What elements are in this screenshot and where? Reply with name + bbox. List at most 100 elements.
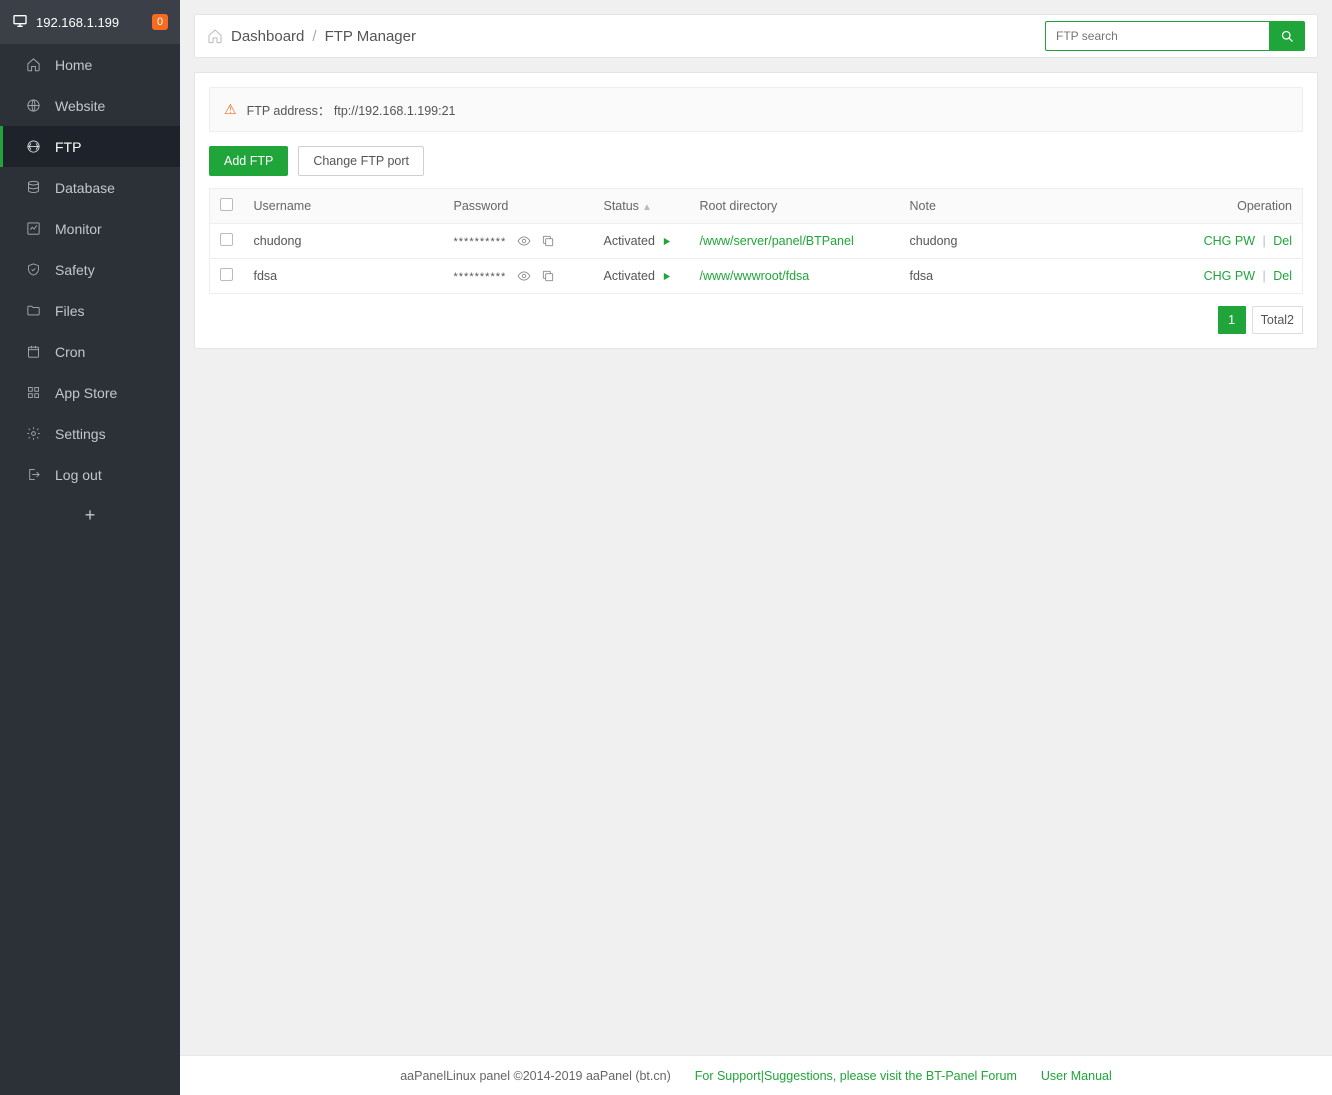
calendar-icon bbox=[25, 344, 41, 360]
ftp-address-notice: ⚠ FTP address： ftp://192.168.1.199:21 bbox=[209, 87, 1303, 132]
cell-username: fdsa bbox=[244, 259, 444, 294]
change-password-link[interactable]: CHG PW bbox=[1204, 234, 1255, 248]
add-ftp-button[interactable]: Add FTP bbox=[209, 146, 288, 176]
home-icon bbox=[207, 28, 223, 44]
copy-icon[interactable] bbox=[541, 269, 555, 283]
footer-support-link[interactable]: For Support|Suggestions, please visit th… bbox=[695, 1069, 1017, 1083]
col-note: Note bbox=[900, 189, 1173, 224]
home-icon bbox=[25, 57, 41, 73]
cell-password: ********** bbox=[444, 224, 594, 259]
play-icon bbox=[662, 237, 671, 246]
sidebar-item-appstore[interactable]: App Store bbox=[0, 372, 180, 413]
cell-password: ********** bbox=[444, 259, 594, 294]
sidebar-nav: Home Website FTP Database Monitor Safety… bbox=[0, 44, 180, 495]
server-ip: 192.168.1.199 bbox=[36, 15, 119, 30]
sidebar-item-label: Settings bbox=[55, 426, 106, 442]
sidebar-item-label: Monitor bbox=[55, 221, 102, 237]
cell-operation: CHG PW | Del bbox=[1173, 224, 1303, 259]
cell-root[interactable]: /www/wwwroot/fdsa bbox=[700, 269, 810, 283]
col-password: Password bbox=[444, 189, 594, 224]
sidebar-item-home[interactable]: Home bbox=[0, 44, 180, 85]
eye-icon[interactable] bbox=[517, 234, 531, 248]
notice-value: ftp://192.168.1.199:21 bbox=[334, 104, 456, 118]
database-icon bbox=[25, 180, 41, 196]
sidebar-item-website[interactable]: Website bbox=[0, 85, 180, 126]
row-checkbox[interactable] bbox=[220, 268, 233, 281]
change-password-link[interactable]: CHG PW bbox=[1204, 269, 1255, 283]
cell-status[interactable]: Activated bbox=[594, 259, 690, 294]
breadcrumb-current: FTP Manager bbox=[325, 28, 416, 45]
cell-username: chudong bbox=[244, 224, 444, 259]
breadcrumb-root[interactable]: Dashboard bbox=[231, 28, 304, 45]
sidebar-item-monitor[interactable]: Monitor bbox=[0, 208, 180, 249]
sidebar-item-label: Website bbox=[55, 98, 105, 114]
sidebar-item-label: Files bbox=[55, 303, 85, 319]
sidebar-item-label: Log out bbox=[55, 467, 102, 483]
delete-link[interactable]: Del bbox=[1273, 269, 1292, 283]
grid-icon bbox=[25, 385, 41, 401]
sidebar-item-label: Cron bbox=[55, 344, 85, 360]
table-row: fdsa ********** Activated /www/ bbox=[210, 259, 1303, 294]
table-header-row: Username Password Status▲ Root directory… bbox=[210, 189, 1303, 224]
sidebar-item-label: Home bbox=[55, 57, 92, 73]
sidebar-item-database[interactable]: Database bbox=[0, 167, 180, 208]
notice-label: FTP address： bbox=[247, 104, 331, 118]
warning-icon: ⚠ bbox=[224, 101, 237, 118]
change-port-button[interactable]: Change FTP port bbox=[298, 146, 424, 176]
sidebar-item-label: Database bbox=[55, 180, 115, 196]
footer-copyright: aaPanelLinux panel ©2014-2019 aaPanel (b… bbox=[400, 1069, 671, 1083]
breadcrumb: Dashboard / FTP Manager bbox=[207, 28, 416, 45]
footer: aaPanelLinux panel ©2014-2019 aaPanel (b… bbox=[180, 1055, 1332, 1095]
search-input[interactable] bbox=[1045, 21, 1269, 51]
breadcrumb-separator: / bbox=[312, 28, 316, 45]
play-icon bbox=[662, 272, 671, 281]
page-total: Total2 bbox=[1252, 306, 1303, 334]
cell-status[interactable]: Activated bbox=[594, 224, 690, 259]
copy-icon[interactable] bbox=[541, 234, 555, 248]
sidebar-item-label: Safety bbox=[55, 262, 95, 278]
sidebar-item-cron[interactable]: Cron bbox=[0, 331, 180, 372]
sidebar-add-button[interactable]: + bbox=[0, 495, 180, 535]
delete-link[interactable]: Del bbox=[1273, 234, 1292, 248]
page-number[interactable]: 1 bbox=[1218, 306, 1246, 334]
shield-icon bbox=[25, 262, 41, 278]
search-wrap bbox=[1045, 21, 1305, 51]
search-icon bbox=[1280, 29, 1295, 44]
main-area: Dashboard / FTP Manager ⚠ FTP address： f… bbox=[180, 0, 1332, 1095]
sort-icon: ▲ bbox=[642, 202, 652, 213]
sidebar-item-label: FTP bbox=[55, 139, 81, 155]
search-button[interactable] bbox=[1269, 21, 1305, 51]
row-checkbox[interactable] bbox=[220, 233, 233, 246]
sidebar-item-files[interactable]: Files bbox=[0, 290, 180, 331]
gear-icon bbox=[25, 426, 41, 442]
ftp-table: Username Password Status▲ Root directory… bbox=[209, 188, 1303, 294]
col-username: Username bbox=[244, 189, 444, 224]
col-operation: Operation bbox=[1173, 189, 1303, 224]
footer-manual-link[interactable]: User Manual bbox=[1041, 1069, 1112, 1083]
pagination: 1 Total2 bbox=[209, 306, 1303, 334]
sidebar: 192.168.1.199 0 Home Website FTP Databas… bbox=[0, 0, 180, 1095]
cell-note[interactable]: chudong bbox=[900, 224, 1173, 259]
sidebar-item-logout[interactable]: Log out bbox=[0, 454, 180, 495]
sidebar-item-safety[interactable]: Safety bbox=[0, 249, 180, 290]
select-all-checkbox[interactable] bbox=[220, 198, 233, 211]
chart-icon bbox=[25, 221, 41, 237]
ftp-icon bbox=[25, 139, 41, 155]
sidebar-item-ftp[interactable]: FTP bbox=[0, 126, 180, 167]
globe-icon bbox=[25, 98, 41, 114]
cell-note[interactable]: fdsa bbox=[900, 259, 1173, 294]
plus-icon: + bbox=[85, 505, 96, 526]
header-badge[interactable]: 0 bbox=[152, 14, 168, 30]
breadcrumb-bar: Dashboard / FTP Manager bbox=[194, 14, 1318, 58]
ftp-panel: ⚠ FTP address： ftp://192.168.1.199:21 Ad… bbox=[194, 72, 1318, 349]
sidebar-item-label: App Store bbox=[55, 385, 117, 401]
table-row: chudong ********** Activated /w bbox=[210, 224, 1303, 259]
sidebar-header: 192.168.1.199 0 bbox=[0, 0, 180, 44]
monitor-icon bbox=[12, 13, 28, 32]
col-status[interactable]: Status▲ bbox=[594, 189, 690, 224]
logout-icon bbox=[25, 467, 41, 483]
folder-icon bbox=[25, 303, 41, 319]
cell-root[interactable]: /www/server/panel/BTPanel bbox=[700, 234, 854, 248]
sidebar-item-settings[interactable]: Settings bbox=[0, 413, 180, 454]
eye-icon[interactable] bbox=[517, 269, 531, 283]
